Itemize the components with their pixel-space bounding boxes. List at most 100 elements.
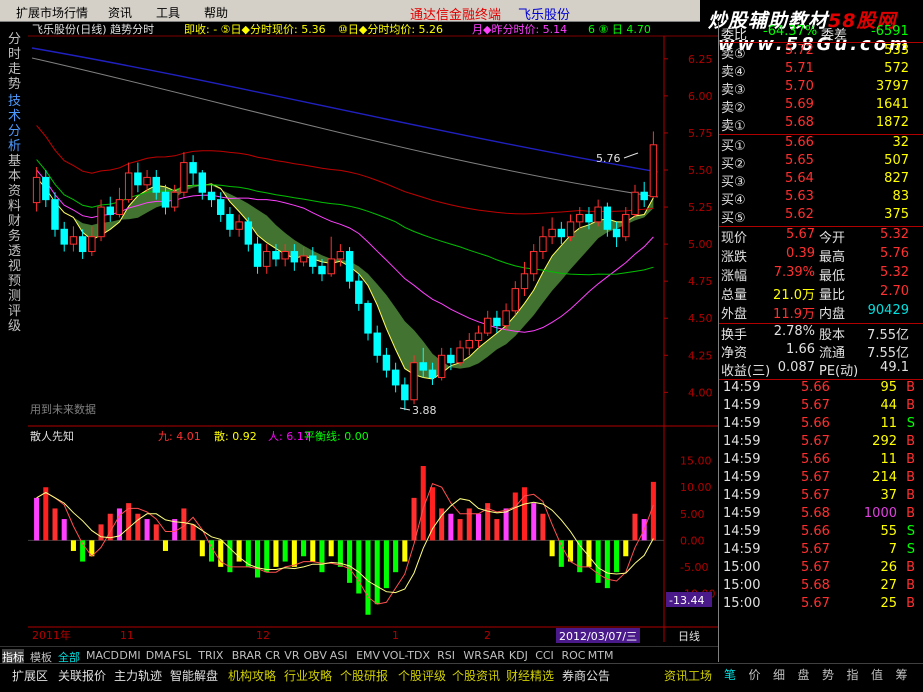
indicator-tab[interactable]: MTM — [588, 649, 614, 662]
indicator-tab[interactable]: KDJ — [509, 649, 528, 662]
indicator-tab[interactable]: DMI — [119, 649, 140, 662]
candle-body — [189, 162, 197, 174]
sell-level-row[interactable]: 卖④ 5.71 572 — [721, 61, 921, 80]
tick-row[interactable]: 14:59 5.67 214 B — [721, 470, 921, 488]
tick-time: 14:59 — [723, 524, 761, 539]
menu-market[interactable]: 扩展市场行情 — [16, 4, 88, 21]
candle-body — [428, 369, 437, 379]
bottom-tab[interactable]: 扩展区 — [12, 667, 48, 684]
indicator-tab[interactable]: ASI — [330, 649, 348, 662]
right-panel-tab[interactable]: 价 — [749, 666, 761, 683]
bottom-tab[interactable]: 资讯工场 — [664, 667, 712, 684]
candle-body — [502, 310, 510, 327]
buy-level-row[interactable]: 买⑤ 5.62 375 — [721, 207, 921, 226]
quote-value-2: 5.76 — [880, 246, 909, 261]
bottom-tab[interactable]: 机构攻略 — [228, 667, 276, 684]
price-tick-label: 4.00 — [688, 386, 713, 399]
menu-news[interactable]: 资讯 — [108, 4, 132, 21]
tick-row[interactable]: 15:00 5.67 26 B — [721, 560, 921, 578]
candle-body — [244, 221, 253, 245]
bottom-tab[interactable]: 关联报价 — [58, 667, 106, 684]
tick-row[interactable]: 14:59 5.67 292 B — [721, 434, 921, 452]
indicator-tab[interactable]: OBV — [304, 649, 327, 662]
candle-body — [290, 251, 299, 263]
indicator-tab[interactable]: SAR — [483, 649, 505, 662]
period-label[interactable]: 日线 — [678, 629, 700, 643]
tick-row[interactable]: 14:59 5.66 55 S — [721, 524, 921, 542]
indicator-tab[interactable]: MACD — [86, 649, 119, 662]
tick-row[interactable]: 14:59 5.67 7 S — [721, 542, 921, 560]
indicator-tab[interactable]: EMV — [356, 649, 380, 662]
indicator-tab[interactable]: RSI — [437, 649, 455, 662]
bottom-tab[interactable]: 个股评级 — [398, 667, 446, 684]
tick-row[interactable]: 14:59 5.68 1000 B — [721, 506, 921, 524]
bottom-tab[interactable]: 个股资讯 — [452, 667, 500, 684]
bottom-tab[interactable]: 个股研报 — [340, 667, 388, 684]
tick-row[interactable]: 14:59 5.66 95 B — [721, 380, 921, 398]
bottom-tab[interactable]: 主力轨迹 — [114, 667, 162, 684]
right-panel-tab[interactable]: 势 — [822, 666, 834, 683]
sell-level-row[interactable]: 卖⑤ 5.72 533 — [721, 43, 921, 62]
indicator-tab[interactable]: WR — [463, 649, 482, 662]
right-panel-tab[interactable]: 指 — [847, 666, 859, 683]
tab-intraday[interactable]: 分时走势 — [8, 32, 24, 92]
price-tick-label: 4.75 — [688, 275, 713, 288]
tick-row[interactable]: 14:59 5.66 11 S — [721, 416, 921, 434]
tab-finance[interactable]: 财务透视 — [8, 214, 24, 274]
sell-level-row[interactable]: 卖① 5.68 1872 — [721, 115, 921, 134]
right-panel-tab[interactable]: 笔 — [724, 666, 736, 683]
sell-level-row[interactable]: 卖③ 5.70 3797 — [721, 79, 921, 98]
indicator-tab[interactable]: VR — [284, 649, 299, 662]
indicator-tab[interactable]: DMA — [146, 649, 172, 662]
tick-row[interactable]: 15:00 5.67 25 B — [721, 596, 921, 614]
candle-body — [336, 251, 345, 260]
menu-help[interactable]: 帮助 — [204, 4, 228, 21]
tick-time: 15:00 — [723, 578, 761, 593]
price-tick-label: 6.00 — [688, 90, 713, 103]
candle-body — [263, 251, 271, 267]
bottom-tab[interactable]: 券商公告 — [562, 667, 610, 684]
menu-tools[interactable]: 工具 — [156, 4, 180, 21]
indicator-tab[interactable]: BRAR — [232, 649, 262, 662]
indicator-tab[interactable]: FSL — [172, 649, 191, 662]
buy-level-row[interactable]: 买① 5.66 32 — [721, 135, 921, 154]
candle-body — [419, 362, 427, 371]
order-ratio-label: 委比 — [721, 28, 748, 43]
tick-time: 14:59 — [723, 506, 761, 521]
tick-row[interactable]: 15:00 5.68 27 B — [721, 578, 921, 596]
fundamental-value: 1.66 — [786, 342, 815, 357]
indicator-tab[interactable]: VOL-TDX — [382, 649, 430, 662]
price-grid — [664, 58, 668, 393]
buy-level-row[interactable]: 买③ 5.64 827 — [721, 171, 921, 190]
right-panel-tab[interactable]: 筹 — [896, 666, 908, 683]
chart-svg[interactable]: 飞乐股份(日线) 趋势分时 即收: - ⑤日◆分时现价: 5.36 ⑩日◆分时均… — [28, 22, 718, 646]
buy-level-row[interactable]: 买② 5.65 507 — [721, 153, 921, 172]
indicator-tab[interactable]: CR — [265, 649, 280, 662]
right-panel-tab[interactable]: 细 — [773, 666, 785, 683]
tick-price: 5.67 — [801, 488, 830, 503]
candle-body — [576, 213, 584, 223]
tick-row[interactable]: 14:59 5.67 44 B — [721, 398, 921, 416]
bottom-tab[interactable]: 行业攻略 — [284, 667, 332, 684]
tab-technical[interactable]: 技术分析 — [8, 94, 24, 154]
tick-row[interactable]: 14:59 5.66 11 B — [721, 452, 921, 470]
tab-rating[interactable]: 预测评级 — [8, 274, 24, 334]
tab-profile[interactable]: 基本资料 — [8, 154, 24, 214]
tick-volume: 214 — [872, 470, 897, 485]
kline-chart-area[interactable]: 飞乐股份(日线) 趋势分时 即收: - ⑤日◆分时现价: 5.36 ⑩日◆分时均… — [28, 22, 718, 646]
right-panel-tab[interactable]: 盘 — [798, 666, 810, 683]
indicator-tab[interactable]: TRIX — [198, 649, 223, 662]
candle-body — [88, 236, 96, 253]
tick-row[interactable]: 14:59 5.67 37 B — [721, 488, 921, 506]
candle-body — [327, 258, 335, 275]
tick-side: B — [906, 578, 915, 593]
sell-level-row[interactable]: 卖② 5.69 1641 — [721, 97, 921, 116]
indicator-tab[interactable]: CCI — [535, 649, 554, 662]
indicator-tab[interactable]: ROC — [562, 649, 586, 662]
indicator-v1: 九: 4.01 — [158, 430, 201, 443]
buy-level-row[interactable]: 买④ 5.63 83 — [721, 189, 921, 208]
bottom-tab[interactable]: 财经精选 — [506, 667, 554, 684]
right-panel-tab[interactable]: 值 — [871, 666, 883, 683]
candle-body — [345, 251, 354, 282]
bottom-tab[interactable]: 智能解盘 — [170, 667, 218, 684]
